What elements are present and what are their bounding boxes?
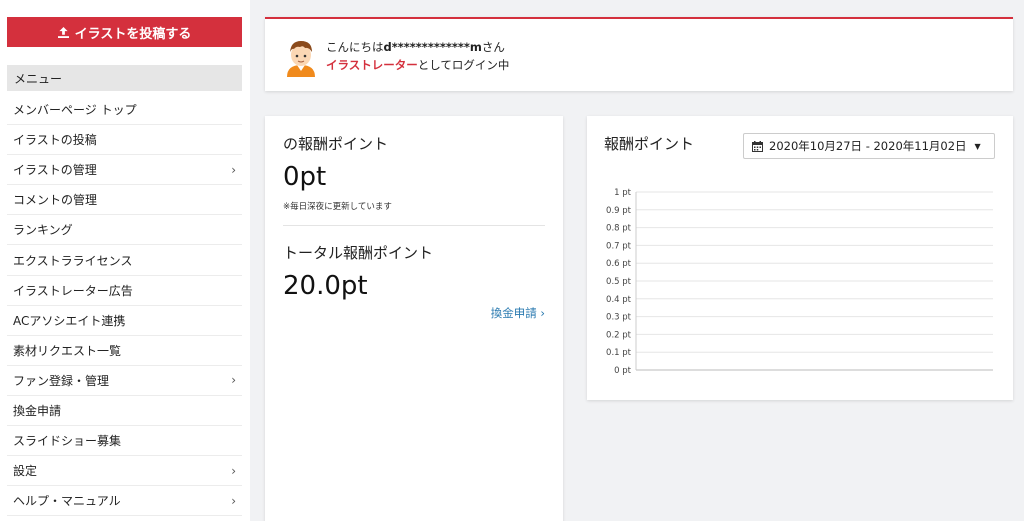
upload-icon (57, 26, 69, 38)
sidebar-item[interactable]: コメントの管理 (7, 185, 242, 216)
sidebar-item[interactable]: イラストレーター広告 (7, 276, 242, 306)
sidebar-item[interactable]: ACアソシエイト連携 (7, 306, 242, 336)
sidebar-item-label: コメントの管理 (13, 193, 98, 208)
sidebar-item-label: イラストレーター広告 (13, 283, 133, 298)
y-tick-label: 0.9 pt (606, 206, 632, 216)
post-button-label: イラストを投稿する (74, 26, 192, 42)
y-tick-label: 0.3 pt (606, 313, 632, 323)
menu-header: メニュー (7, 65, 242, 91)
role-label: イラストレーター (326, 58, 418, 72)
y-tick-label: 0.8 pt (606, 224, 632, 234)
sidebar-item[interactable]: ランキング (7, 215, 242, 246)
sidebar-item[interactable]: エクストラライセンス (7, 245, 242, 276)
welcome-greeting: こんにちはd*************mさん (326, 40, 505, 54)
total-points-value: 20.0pt (283, 271, 368, 301)
sidebar-item[interactable]: 換金申請 (7, 396, 242, 427)
y-tick-label: 0.4 pt (606, 295, 632, 305)
date-range-text: 2020年10月27日 - 2020年11月02日 (769, 139, 967, 153)
sidebar-item-label: ヘルプ・マニュアル (13, 494, 121, 509)
reward-points-chart: 0 pt 0.1 pt 0.2 pt 0.3 pt 0.4 pt 0.5 pt 0.6 pt… (606, 188, 993, 376)
y-tick-label: 1 pt (614, 188, 632, 198)
sidebar-item-label: 設定 (13, 464, 38, 479)
sidebar-menu: メンバーページ トップ イラストの投稿 イラストの管理 › コメントの管理 ランキングエク… (7, 95, 242, 517)
chevron-right-icon: › (231, 463, 236, 478)
caret-down-icon: ▼ (974, 141, 981, 151)
sidebar-item[interactable]: 素材リクエスト一覧 (7, 336, 242, 366)
y-tick-label: 0.2 pt (606, 330, 632, 340)
welcome-card: こんにちはd*************mさん イラストレーターとしてログイン中 (265, 17, 1013, 91)
sidebar-item-label: ランキング (13, 223, 73, 238)
sidebar-item-label: 素材リクエスト一覧 (13, 343, 122, 358)
current-points-value: 0pt (283, 162, 327, 192)
points-card: の報酬ポイント 0pt ※毎日深夜に更新しています トータル報酬ポイント 20.… (265, 116, 563, 521)
sidebar-item[interactable]: ヘルプ・マニュアル › (7, 486, 242, 517)
sidebar-item-label: エクストラライセンス (13, 253, 133, 268)
sidebar-item-label: 換金申請 (13, 403, 62, 418)
y-tick-label: 0 pt (614, 366, 632, 376)
y-tick-label: 0.7 pt (606, 241, 632, 251)
sidebar-item[interactable]: スライドショー募集 (7, 426, 242, 457)
sidebar-item[interactable]: イラストの投稿 (7, 125, 242, 156)
sidebar-item-label: イラストの管理 (13, 163, 97, 178)
y-tick-label: 0.6 pt (606, 259, 632, 269)
sidebar-item[interactable]: ファン登録・管理 › (7, 366, 242, 396)
chevron-right-icon: › (231, 373, 236, 388)
exchange-link[interactable]: 換金申請 › (491, 305, 545, 321)
calendar-icon (752, 140, 763, 152)
sidebar-item-label: ACアソシエイト連携 (13, 313, 126, 328)
current-points-title: の報酬ポイント (283, 135, 389, 153)
y-tick-label: 0.5 pt (606, 277, 632, 287)
sidebar-item[interactable]: イラストの管理 › (7, 155, 242, 186)
total-points-title: トータル報酬ポイント (283, 244, 434, 262)
sidebar-item-label: メンバーページ トップ (13, 103, 137, 118)
sidebar-item-label: イラストの投稿 (13, 133, 97, 148)
sidebar-item[interactable]: 設定 › (7, 456, 242, 487)
avatar (287, 41, 315, 77)
y-tick-label: 0.1 pt (606, 348, 632, 358)
username: d*************m (383, 40, 482, 54)
post-illustration-button[interactable]: イラストを投稿する (7, 17, 242, 47)
sidebar-item-label: ファン登録・管理 (13, 373, 110, 388)
chevron-right-icon: › (231, 493, 236, 508)
divider (283, 225, 545, 226)
date-range-picker[interactable]: 2020年10月27日 - 2020年11月02日 ▼ (743, 133, 995, 159)
login-status: イラストレーターとしてログイン中 (326, 58, 510, 72)
reward-chart-card: 報酬ポイント 2020年10月27日 - 2020年11月02日 ▼ 0 pt 0… (587, 116, 1013, 400)
chevron-right-icon: › (231, 162, 236, 177)
update-note: ※毎日深夜に更新しています (283, 202, 392, 212)
sidebar: イラストを投稿する メニュー メンバーページ トップ イラストの投稿 イラストの管理… (0, 0, 250, 521)
sidebar-item[interactable]: メンバーページ トップ (7, 95, 242, 126)
sidebar-item-label: スライドショー募集 (13, 434, 122, 449)
chart-title: 報酬ポイント (604, 135, 695, 153)
